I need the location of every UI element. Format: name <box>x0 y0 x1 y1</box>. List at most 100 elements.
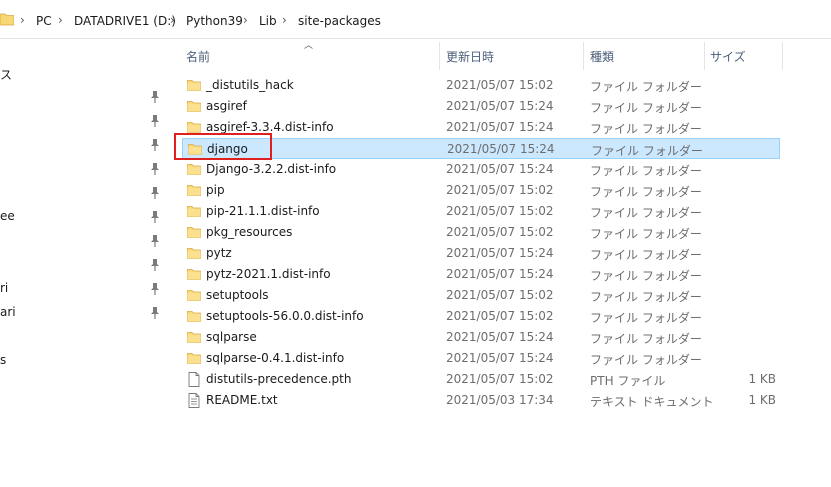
column-header-size[interactable]: サイズ <box>710 46 746 68</box>
modified-date: 2021/05/03 17:34 <box>446 393 554 407</box>
chevron-right-icon[interactable]: › <box>170 13 175 27</box>
address-bar[interactable]: › PC › DATADRIVE1 (D:) › Python39 › Lib … <box>0 0 831 39</box>
folder-icon <box>187 351 201 368</box>
pin-icon[interactable] <box>149 186 161 200</box>
breadcrumb-lib[interactable]: Lib <box>259 14 277 28</box>
column-header-date[interactable]: 更新日時 <box>446 46 494 68</box>
file-type: ファイル フォルダー <box>590 353 702 367</box>
file-type: ファイル フォルダー <box>590 269 702 283</box>
file-name: pip-21.1.1.dist-info <box>206 204 320 218</box>
pin-icon[interactable] <box>149 258 161 272</box>
nav-item-label[interactable]: ari <box>0 305 16 319</box>
chevron-right-icon[interactable]: › <box>58 13 63 27</box>
pin-icon[interactable] <box>149 210 161 224</box>
file-icon <box>187 372 201 390</box>
folder-icon <box>0 12 15 29</box>
folder-icon <box>187 225 201 242</box>
pin-icon[interactable] <box>149 306 161 320</box>
column-divider[interactable] <box>704 42 705 70</box>
modified-date: 2021/05/07 15:24 <box>446 330 554 344</box>
pin-icon[interactable] <box>149 114 161 128</box>
breadcrumb-pc[interactable]: PC <box>36 14 52 28</box>
file-name: setuptools <box>206 288 269 302</box>
pin-icon[interactable] <box>149 234 161 248</box>
file-type: ファイル フォルダー <box>590 185 702 199</box>
breadcrumb-drive[interactable]: DATADRIVE1 (D:) <box>74 14 176 28</box>
file-row[interactable]: pytz-2021.1.dist-info 2021/05/07 15:24 ファイ… <box>182 264 780 285</box>
file-type: ファイル フォルダー <box>590 248 702 262</box>
folder-icon <box>187 288 201 305</box>
file-type: ファイル フォルダー <box>590 332 702 346</box>
file-name: sqlparse <box>206 330 257 344</box>
modified-date: 2021/05/07 15:02 <box>446 288 554 302</box>
file-row[interactable]: _distutils_hack 2021/05/07 15:02 ファイル フォルダ… <box>182 75 780 96</box>
file-type: ファイル フォルダー <box>590 227 702 241</box>
nav-item-label[interactable]: ee <box>0 209 15 223</box>
column-divider[interactable] <box>583 42 584 70</box>
folder-icon <box>187 309 201 326</box>
modified-date: 2021/05/07 15:02 <box>446 204 554 218</box>
file-type: ファイル フォルダー <box>590 206 702 220</box>
file-row[interactable]: sqlparse 2021/05/07 15:24 ファイル フォルダー <box>182 327 780 348</box>
file-type: ファイル フォルダー <box>590 290 702 304</box>
column-header-type[interactable]: 種類 <box>590 46 614 68</box>
pin-icon[interactable] <box>149 90 161 104</box>
modified-date: 2021/05/07 15:24 <box>446 120 554 134</box>
nav-item-label[interactable]: ri <box>0 281 8 295</box>
file-size: 1 KB <box>748 393 776 407</box>
column-divider[interactable] <box>439 42 440 70</box>
chevron-right-icon[interactable]: › <box>243 13 248 27</box>
file-name: sqlparse-0.4.1.dist-info <box>206 351 345 365</box>
file-type: PTH ファイル <box>590 374 666 388</box>
folder-icon <box>187 330 201 347</box>
pin-icon[interactable] <box>149 282 161 296</box>
file-name: _distutils_hack <box>206 78 294 92</box>
file-row[interactable]: distutils-precedence.pth 2021/05/07 15:02… <box>182 369 780 390</box>
chevron-right-icon[interactable]: › <box>282 13 287 27</box>
folder-icon <box>187 267 201 284</box>
modified-date: 2021/05/07 15:02 <box>446 309 554 323</box>
modified-date: 2021/05/07 15:24 <box>446 246 554 260</box>
breadcrumb-python39[interactable]: Python39 <box>186 14 243 28</box>
breadcrumb-site-packages[interactable]: site-packages <box>298 14 381 28</box>
navigation-pane: ス ee ri ari s <box>0 38 172 487</box>
nav-item-label[interactable]: ス <box>0 66 12 83</box>
file-size: 1 KB <box>748 372 776 386</box>
folder-icon <box>187 78 201 95</box>
file-row[interactable]: pytz 2021/05/07 15:24 ファイル フォルダー <box>182 243 780 264</box>
modified-date: 2021/05/07 15:24 <box>446 351 554 365</box>
folder-icon <box>187 246 201 263</box>
column-header-name[interactable]: 名前 <box>186 46 210 68</box>
file-name: pkg_resources <box>206 225 293 239</box>
modified-date: 2021/05/07 15:24 <box>446 162 554 176</box>
file-row[interactable]: README.txt 2021/05/03 17:34 テキスト ドキュメント 1 K… <box>182 390 780 411</box>
file-name: asgiref-3.3.4.dist-info <box>206 120 334 134</box>
modified-date: 2021/05/07 15:02 <box>446 183 554 197</box>
file-row[interactable]: pip-21.1.1.dist-info 2021/05/07 15:02 ファイル… <box>182 201 780 222</box>
file-name: asgiref <box>206 99 247 113</box>
pin-icon[interactable] <box>149 162 161 176</box>
file-row[interactable]: pkg_resources 2021/05/07 15:02 ファイル フォルダー <box>182 222 780 243</box>
chevron-right-icon[interactable]: › <box>20 13 25 27</box>
file-type: ファイル フォルダー <box>590 122 702 136</box>
pin-icon[interactable] <box>149 138 161 152</box>
file-row[interactable]: setuptools-56.0.0.dist-info 2021/05/07 15… <box>182 306 780 327</box>
file-type: テキスト ドキュメント <box>590 395 714 409</box>
file-row[interactable]: sqlparse-0.4.1.dist-info 2021/05/07 15:24… <box>182 348 780 369</box>
column-divider[interactable] <box>782 42 783 70</box>
file-name: Django-3.2.2.dist-info <box>206 162 337 176</box>
file-name: distutils-precedence.pth <box>206 372 352 386</box>
file-type: ファイル フォルダー <box>590 311 702 325</box>
modified-date: 2021/05/07 15:02 <box>446 78 554 92</box>
nav-item-label[interactable]: s <box>0 353 6 367</box>
file-row[interactable]: Django-3.2.2.dist-info 2021/05/07 15:24 ファ… <box>182 159 780 180</box>
file-name: setuptools-56.0.0.dist-info <box>206 309 364 323</box>
file-name: README.txt <box>206 393 278 407</box>
file-type: ファイル フォルダー <box>591 144 703 158</box>
file-row[interactable]: asgiref 2021/05/07 15:24 ファイル フォルダー <box>182 96 780 117</box>
file-name: pytz-2021.1.dist-info <box>206 267 331 281</box>
file-row[interactable]: setuptools 2021/05/07 15:02 ファイル フォルダー <box>182 285 780 306</box>
file-row[interactable]: pip 2021/05/07 15:02 ファイル フォルダー <box>182 180 780 201</box>
folder-icon <box>187 99 201 116</box>
sort-ascending-icon: ︿ <box>304 41 314 51</box>
